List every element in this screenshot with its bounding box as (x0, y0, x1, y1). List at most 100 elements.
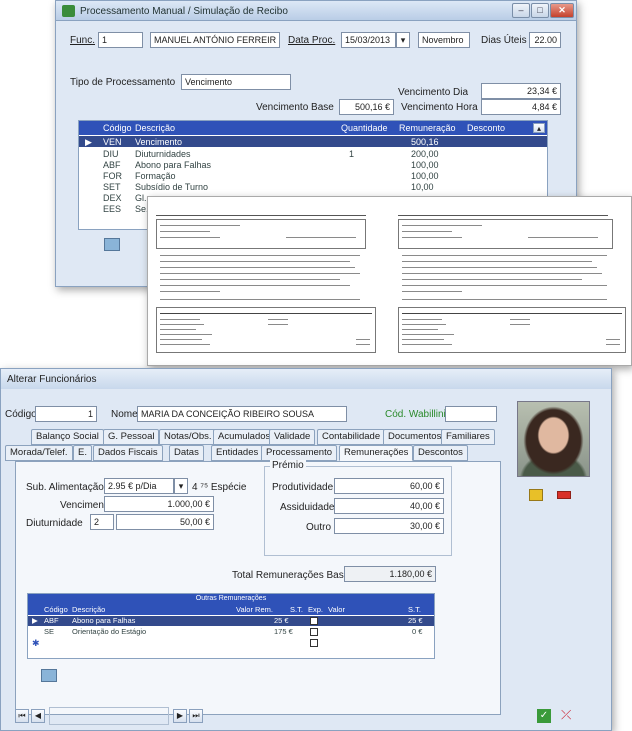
tab-contabilidade[interactable]: Contabilidade (317, 429, 386, 445)
tab-balanco-social[interactable]: Balanço Social (31, 429, 104, 445)
func-label: Func. (70, 35, 96, 46)
window-title: Processamento Manual / Simulação de Reci… (80, 6, 288, 17)
prev-record-button[interactable]: ◀ (31, 709, 45, 723)
exit-icon[interactable]: ⤫ (561, 707, 577, 723)
grid-edit-icon[interactable] (104, 238, 120, 251)
row-desc: Subsídio de Turno (135, 182, 209, 192)
data-proc-field[interactable]: 15/03/2013 (341, 32, 396, 48)
close-button[interactable]: ✕ (550, 3, 574, 18)
table-row[interactable]: ▶ ABF Abono para Falhas 25 € 25 € (28, 616, 434, 626)
vencimento-field[interactable]: 1.000,00 € (104, 496, 214, 512)
row-desc: Orientação do Estágio (72, 627, 147, 636)
outro-label: Outro (306, 522, 332, 533)
venc-hora-field[interactable]: 4,84 € (481, 99, 561, 115)
table-row[interactable]: ✱ (28, 638, 434, 648)
outras-remuneracoes-grid[interactable]: Outras Remunerações Código Descrição Val… (27, 593, 435, 659)
next-record-button[interactable]: ▶ (173, 709, 187, 723)
col-descricao[interactable]: Descrição (135, 123, 175, 133)
prod-field[interactable]: 60,00 € (334, 478, 444, 494)
tab-documentos[interactable]: Documentos (383, 429, 447, 445)
diut-value-field[interactable]: 50,00 € (116, 514, 214, 530)
venc-hora-label: Vencimento Hora (401, 102, 478, 113)
tipo-field[interactable]: Vencimento (181, 74, 291, 90)
table-row[interactable]: ABF Abono para Falhas 100,00 (79, 159, 547, 170)
receipt-copy-2 (398, 215, 630, 357)
col-valor[interactable]: Valor (328, 605, 345, 614)
confirm-icon[interactable]: ✓ (537, 709, 551, 723)
tab-g-pessoal[interactable]: G. Pessoal (103, 429, 160, 445)
nome-field[interactable]: MARIA DA CONCEIÇÃO RIBEIRO SOUSA (137, 406, 347, 422)
sub-alim-dropdown-icon[interactable]: ▾ (174, 478, 188, 494)
func-number-field[interactable]: 1 (98, 32, 143, 48)
folder-icon[interactable] (529, 489, 543, 501)
row-rem: 10,00 (411, 182, 434, 192)
tab-e[interactable]: E. (73, 445, 92, 461)
col-codigo[interactable]: Código (44, 605, 68, 614)
tab-descontos[interactable]: Descontos (413, 445, 468, 461)
row-pointer-icon: ▶ (85, 137, 92, 147)
col-codigo[interactable]: Código (103, 123, 132, 133)
diut-qty-field[interactable]: 2 (90, 514, 114, 530)
assid-field[interactable]: 40,00 € (334, 498, 444, 514)
col-st2[interactable]: S.T. (408, 605, 421, 614)
grid-header: Código Descrição Quantidade Remuneração … (79, 121, 547, 135)
tab-entidades[interactable]: Entidades (211, 445, 264, 461)
minimize-button[interactable]: – (512, 3, 530, 18)
tab-notas-obs[interactable]: Notas/Obs. (159, 429, 217, 445)
date-dropdown-arrow-icon[interactable]: ▾ (396, 32, 410, 48)
month-field[interactable]: Novembro (418, 32, 470, 48)
table-row[interactable]: SET Subsídio de Turno 10,00 (79, 181, 547, 192)
tab-remuneracoes[interactable]: Remunerações (339, 445, 414, 461)
col-desconto[interactable]: Desconto (467, 123, 505, 133)
row-code: EES (103, 204, 122, 214)
tipo-label: Tipo de Processamento (70, 77, 176, 88)
col-remuneracao[interactable]: Remuneração (399, 123, 456, 133)
row-rem: 100,00 (411, 160, 439, 170)
row-code: DEX (103, 193, 122, 203)
row-code: DIU (103, 149, 119, 159)
tab-validade[interactable]: Validade (269, 429, 316, 445)
col-quantidade[interactable]: Quantidade (341, 123, 388, 133)
col-st[interactable]: S.T. (290, 605, 303, 614)
tab-familiares[interactable]: Familiares (441, 429, 495, 445)
venc-base-field[interactable]: 500,16 € (339, 99, 394, 115)
col-exp[interactable]: Exp. (308, 605, 323, 614)
exp-checkbox[interactable] (310, 639, 318, 647)
func-name-field[interactable]: MANUEL ANTÓNIO FERREIR (150, 32, 280, 48)
cod-field[interactable] (445, 406, 497, 422)
tab-dados-fiscais[interactable]: Dados Fiscais (93, 445, 163, 461)
grid-scroll-up-icon[interactable]: ▴ (533, 123, 545, 133)
row-desc: Abono para Falhas (72, 616, 136, 625)
exp-checkbox[interactable] (310, 617, 318, 625)
maximize-button[interactable]: □ (531, 3, 549, 18)
tab-processamento[interactable]: Processamento (261, 445, 338, 461)
table-row[interactable]: ▶ VEN Vencimento 500,16 (79, 136, 547, 147)
tab-morada-telef[interactable]: Morada/Telef. (5, 445, 73, 461)
venc-dia-field[interactable]: 23,34 € (481, 83, 561, 99)
cod-label: Cód. Wabillini (385, 409, 446, 420)
first-record-button[interactable]: ⏮ (15, 709, 29, 723)
row-code: ABF (44, 616, 59, 625)
dias-uteis-field[interactable]: 22.00 (529, 32, 561, 48)
table-row[interactable]: FOR Formação 100,00 (79, 170, 547, 181)
tab-acumulados[interactable]: Acumulados (213, 429, 276, 445)
row-val2: 0 € (412, 627, 423, 636)
sub-alim-field[interactable]: 2.95 € p/Dia (104, 478, 174, 494)
delete-photo-icon[interactable] (557, 491, 571, 499)
col-valor-rem[interactable]: Valor Rem. (236, 605, 273, 614)
last-record-button[interactable]: ⏭ (189, 709, 203, 723)
sub-alim-label: Sub. Alimentação (26, 482, 104, 493)
table-row[interactable]: SE Orientação do Estágio 175 € 0 € (28, 627, 434, 637)
grid-edit-icon[interactable] (41, 669, 57, 682)
table-row[interactable]: DIU Diuturnidades 1 200,00 (79, 148, 547, 159)
tab-datas[interactable]: Datas (169, 445, 204, 461)
outro-field[interactable]: 30,00 € (334, 518, 444, 534)
premio-label: Prémio (270, 460, 306, 471)
remuneracoes-panel: Prémio Sub. Alimentação 2.95 € p/Dia ▾ 4… (15, 460, 501, 715)
codigo-field[interactable]: 1 (35, 406, 97, 422)
exp-checkbox[interactable] (310, 628, 318, 636)
assid-label: Assiduidade (280, 502, 335, 513)
col-descricao[interactable]: Descrição (72, 605, 105, 614)
row-code: SET (103, 182, 121, 192)
row-desc: Diuturnidades (135, 149, 191, 159)
